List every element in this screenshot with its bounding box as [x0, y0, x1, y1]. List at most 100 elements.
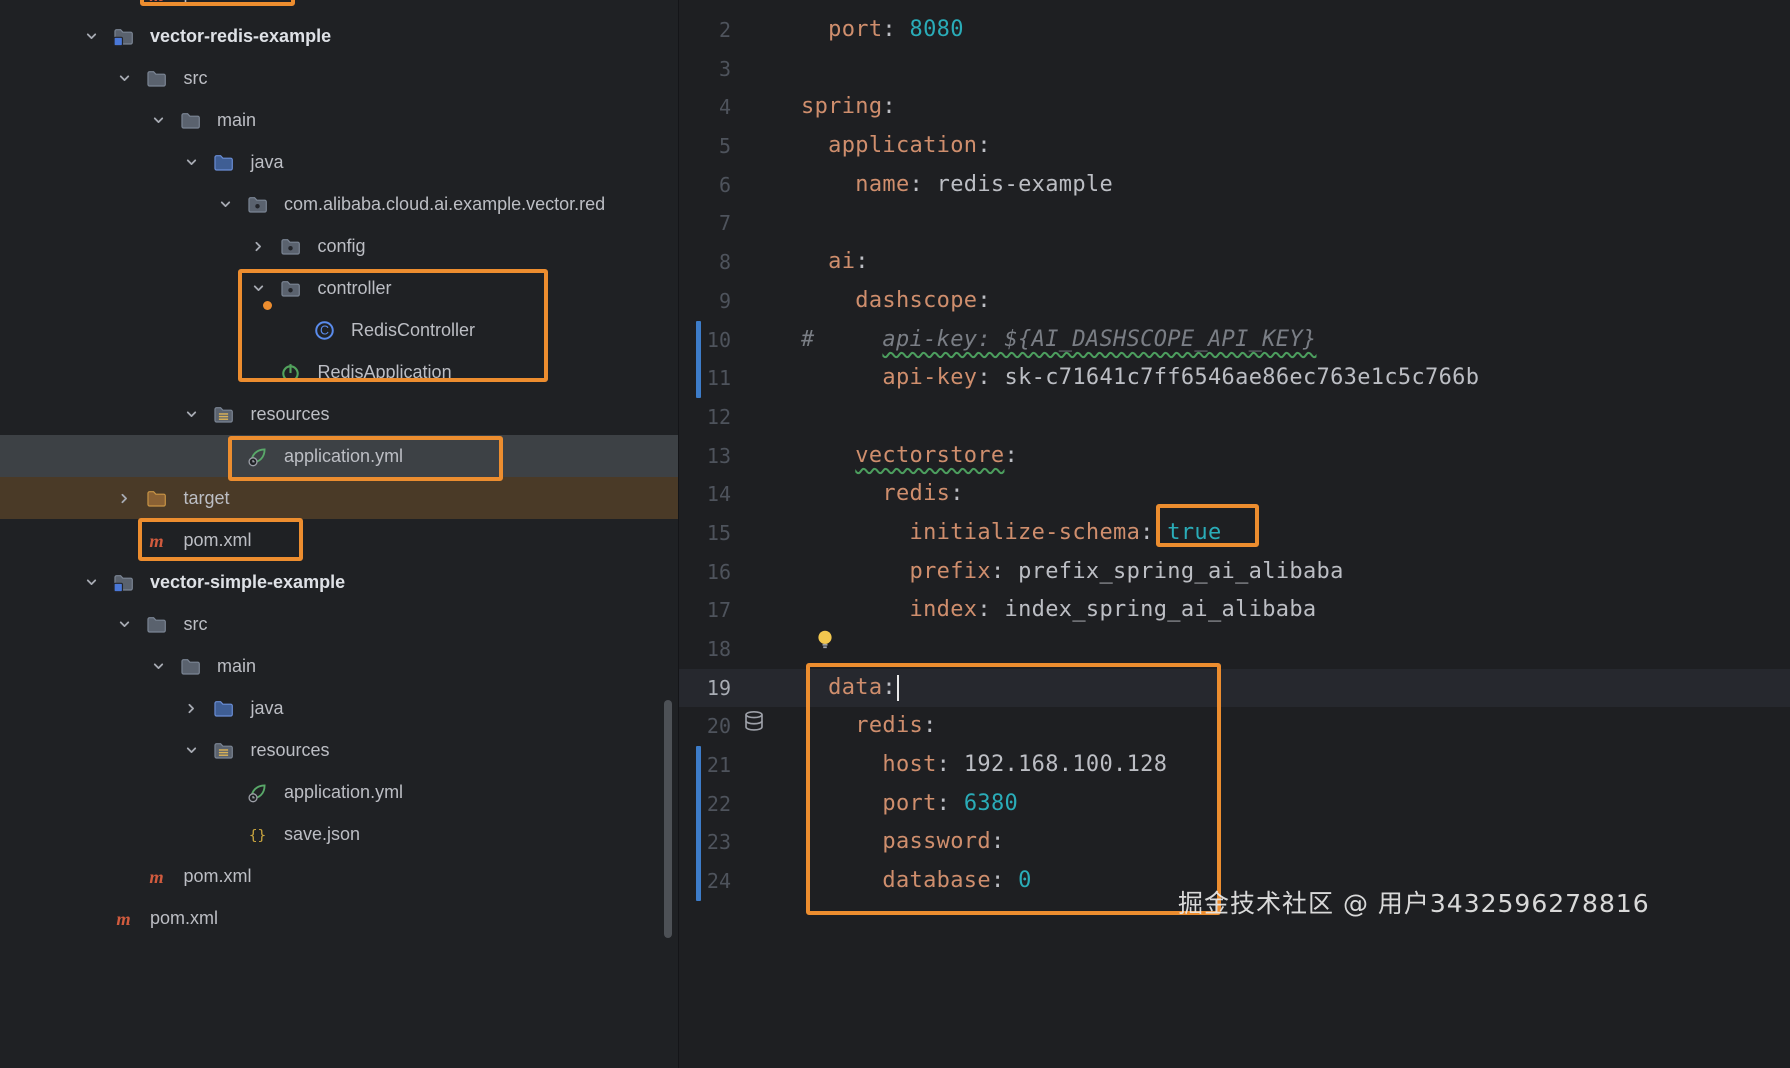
tree-item-redisapplication[interactable]: RedisApplication [0, 351, 678, 393]
chevron-right-icon[interactable] [179, 687, 205, 729]
chevron-down-icon[interactable] [145, 99, 171, 141]
tree-item-application.yml[interactable]: application.yml [0, 435, 678, 477]
datasource-database-icon[interactable] [743, 710, 765, 732]
chevron-down-icon[interactable] [78, 15, 104, 57]
code-line-19[interactable]: 19 data: [679, 669, 1790, 708]
module-icon [112, 571, 134, 593]
tree-item-resources[interactable]: resources [0, 393, 678, 435]
line-number[interactable]: 18 [679, 630, 731, 669]
folder-src-icon [213, 697, 235, 719]
line-number[interactable]: 22 [679, 785, 731, 824]
code-line-7[interactable]: 7 [679, 204, 1790, 243]
code-line-16[interactable]: 16 prefix: prefix_spring_ai_alibaba [679, 553, 1790, 592]
code-line-14[interactable]: 14 redis: [679, 475, 1790, 514]
code-line-3[interactable]: 3 [679, 50, 1790, 89]
tree-item-application.yml[interactable]: application.yml [0, 771, 678, 813]
vcs-change-marker[interactable] [696, 746, 701, 901]
code-token [815, 327, 883, 352]
intention-lightbulb-icon[interactable] [814, 628, 836, 650]
tree-item-pom.xml[interactable]: mpom.xml [0, 0, 678, 15]
code-token: data [828, 675, 882, 700]
tree-item-label: save.json [284, 824, 360, 845]
line-number[interactable]: 12 [679, 398, 731, 437]
tree-item-pom.xml[interactable]: mpom.xml [0, 897, 678, 939]
vcs-change-marker[interactable] [696, 321, 701, 398]
code-line-22[interactable]: 22 port: 6380 [679, 785, 1790, 824]
chevron-down-icon[interactable] [179, 393, 205, 435]
code-line-8[interactable]: 8 ai: [679, 243, 1790, 282]
line-number[interactable]: 13 [679, 437, 731, 476]
line-number[interactable]: 15 [679, 514, 731, 553]
code-line-9[interactable]: 9 dashscope: [679, 282, 1790, 321]
line-number[interactable]: 8 [679, 243, 731, 282]
tree-item-src[interactable]: src [0, 603, 678, 645]
tree-item-vector-simple-example[interactable]: vector-simple-example [0, 561, 678, 603]
line-number[interactable]: 21 [679, 746, 731, 785]
tree-item-src[interactable]: src [0, 57, 678, 99]
tree-item-label: application.yml [284, 446, 403, 467]
chevron-down-icon[interactable] [78, 561, 104, 603]
chevron-right-icon[interactable] [246, 225, 272, 267]
line-number[interactable]: 17 [679, 591, 731, 630]
tree-item-target[interactable]: target [0, 477, 678, 519]
line-number[interactable]: 16 [679, 553, 731, 592]
tree-scrollbar[interactable] [664, 700, 672, 938]
code-token: redis [882, 481, 950, 506]
chevron-right-icon[interactable] [112, 477, 138, 519]
chevron-down-icon[interactable] [112, 603, 138, 645]
tree-item-config[interactable]: config [0, 225, 678, 267]
tree-item-java[interactable]: java [0, 687, 678, 729]
line-number[interactable]: 5 [679, 127, 731, 166]
line-number[interactable]: 11 [679, 359, 731, 398]
tree-item-pom.xml[interactable]: mpom.xml [0, 519, 678, 561]
tree-item-pom.xml[interactable]: mpom.xml [0, 855, 678, 897]
code-text: vectorstore: [801, 437, 1018, 476]
springboot-icon [280, 361, 302, 383]
tree-item-controller[interactable]: controller [0, 267, 678, 309]
code-line-12[interactable]: 12 [679, 398, 1790, 437]
code-token: initialize-schema [910, 520, 1141, 545]
line-number[interactable]: 10 [679, 321, 731, 360]
code-line-23[interactable]: 23 password: [679, 823, 1790, 862]
code-line-13[interactable]: 13 vectorstore: [679, 437, 1790, 476]
code-line-4[interactable]: 4spring: [679, 88, 1790, 127]
tree-item-com.alibaba.cloud.ai.example.vector.red[interactable]: com.alibaba.cloud.ai.example.vector.red [0, 183, 678, 225]
code-line-15[interactable]: 15 initialize-schema: true [679, 514, 1790, 553]
code-line-6[interactable]: 6 name: redis-example [679, 166, 1790, 205]
code-line-5[interactable]: 5 application: [679, 127, 1790, 166]
code-token: sk-c71641c7ff6546ae86ec763e1c5c766b [1005, 365, 1480, 390]
line-number[interactable]: 2 [679, 11, 731, 50]
line-number[interactable]: 19 [679, 669, 731, 708]
code-line-18[interactable]: 18 [679, 630, 1790, 669]
code-line-2[interactable]: 2 port: 8080 [679, 11, 1790, 50]
line-number[interactable]: 6 [679, 166, 731, 205]
tree-item-main[interactable]: main [0, 99, 678, 141]
line-number[interactable]: 9 [679, 282, 731, 321]
code-line-20[interactable]: 20 redis: [679, 707, 1790, 746]
tree-item-vector-redis-example[interactable]: vector-redis-example [0, 15, 678, 57]
chevron-down-icon[interactable] [112, 57, 138, 99]
line-number[interactable]: 4 [679, 88, 731, 127]
tree-item-label: main [217, 656, 256, 677]
line-number[interactable]: 7 [679, 204, 731, 243]
code-token: : [937, 791, 964, 816]
tree-item-rediscontroller[interactable]: CRedisController [0, 309, 678, 351]
tree-item-resources[interactable]: resources [0, 729, 678, 771]
line-number[interactable]: 24 [679, 862, 731, 901]
line-number[interactable]: 3 [679, 50, 731, 89]
code-line-21[interactable]: 21 host: 192.168.100.128 [679, 746, 1790, 785]
tree-item-java[interactable]: java [0, 141, 678, 183]
chevron-down-icon[interactable] [212, 183, 238, 225]
code-token: : [882, 675, 896, 700]
code-line-10[interactable]: 10# api-key: ${AI_DASHSCOPE_API_KEY} [679, 321, 1790, 360]
code-line-11[interactable]: 11 api-key: sk-c71641c7ff6546ae86ec763e1… [679, 359, 1790, 398]
line-number[interactable]: 14 [679, 475, 731, 514]
code-line-17[interactable]: 17 index: index_spring_ai_alibaba [679, 591, 1790, 630]
chevron-down-icon[interactable] [179, 141, 205, 183]
line-number[interactable]: 20 [679, 707, 731, 746]
tree-item-save.json[interactable]: {}save.json [0, 813, 678, 855]
chevron-down-icon[interactable] [179, 729, 205, 771]
tree-item-main[interactable]: main [0, 645, 678, 687]
line-number[interactable]: 23 [679, 823, 731, 862]
chevron-down-icon[interactable] [145, 645, 171, 687]
